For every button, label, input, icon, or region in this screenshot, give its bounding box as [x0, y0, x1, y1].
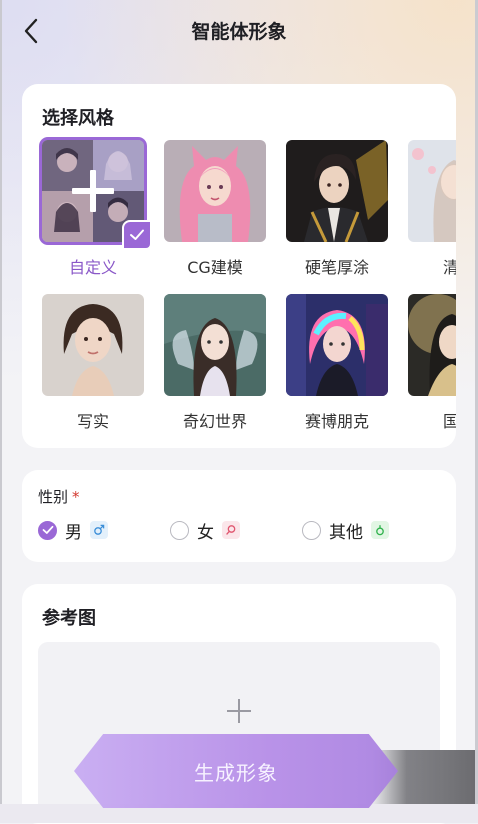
radio-button-checked[interactable] [38, 520, 57, 540]
style-thumbnail-fantasy [164, 294, 266, 396]
style-thumbnail-realistic [42, 294, 144, 396]
gender-option-male[interactable]: 男 [38, 518, 108, 543]
female-icon [222, 521, 240, 539]
gender-option-label: 男 [65, 522, 82, 543]
style-label: 奇幻世界 [182, 412, 247, 431]
style-label: 清新 [442, 258, 456, 277]
style-thumbnail-cg [164, 140, 266, 242]
other-gender-icon [371, 521, 389, 539]
reference-section-title: 参考图 [42, 608, 96, 629]
left-border [0, 0, 2, 823]
style-label: 硬笔厚涂 [304, 258, 369, 277]
required-asterisk: * [72, 488, 80, 506]
gender-option-label: 女 [197, 522, 214, 543]
gender-option-label: 其他 [329, 522, 363, 543]
style-label: 赛博朋克 [304, 412, 369, 431]
generate-button-label: 生成形象 [194, 761, 278, 785]
plus-icon [227, 699, 251, 723]
plus-icon [72, 170, 114, 212]
style-label: 写实 [76, 412, 109, 431]
style-label: 自定义 [68, 258, 117, 277]
style-label: 国风 [442, 412, 456, 431]
style-thumbnail-chinese [408, 294, 456, 396]
male-icon [90, 521, 108, 539]
check-icon [42, 525, 53, 534]
gender-option-female[interactable]: 女 [170, 518, 240, 543]
generate-button[interactable]: 生成形象 [74, 734, 398, 808]
style-thumbnail-fresh [408, 140, 456, 242]
style-section-title: 选择风格 [42, 108, 114, 129]
selected-check-badge [122, 220, 152, 250]
top-bar: 智能体形象 [0, 0, 478, 62]
gender-field-label: 性别 * [38, 486, 80, 507]
gender-card: 性别 * 男 女 其他 [22, 470, 456, 562]
radio-button[interactable] [170, 520, 189, 540]
gender-option-other[interactable]: 其他 [302, 518, 389, 543]
page-title: 智能体形象 [191, 21, 287, 43]
style-thumbnail-thick-paint [286, 140, 388, 242]
radio-button[interactable] [302, 520, 321, 540]
style-thumbnail-cyberpunk [286, 294, 388, 396]
style-card: 选择风格 自定义 CG建模 硬笔厚涂 清 写实 奇幻世界 赛博朋克 国 [22, 84, 456, 448]
gender-label-text: 性别 [38, 488, 69, 506]
style-label: CG建模 [187, 258, 243, 277]
check-icon [130, 229, 144, 240]
